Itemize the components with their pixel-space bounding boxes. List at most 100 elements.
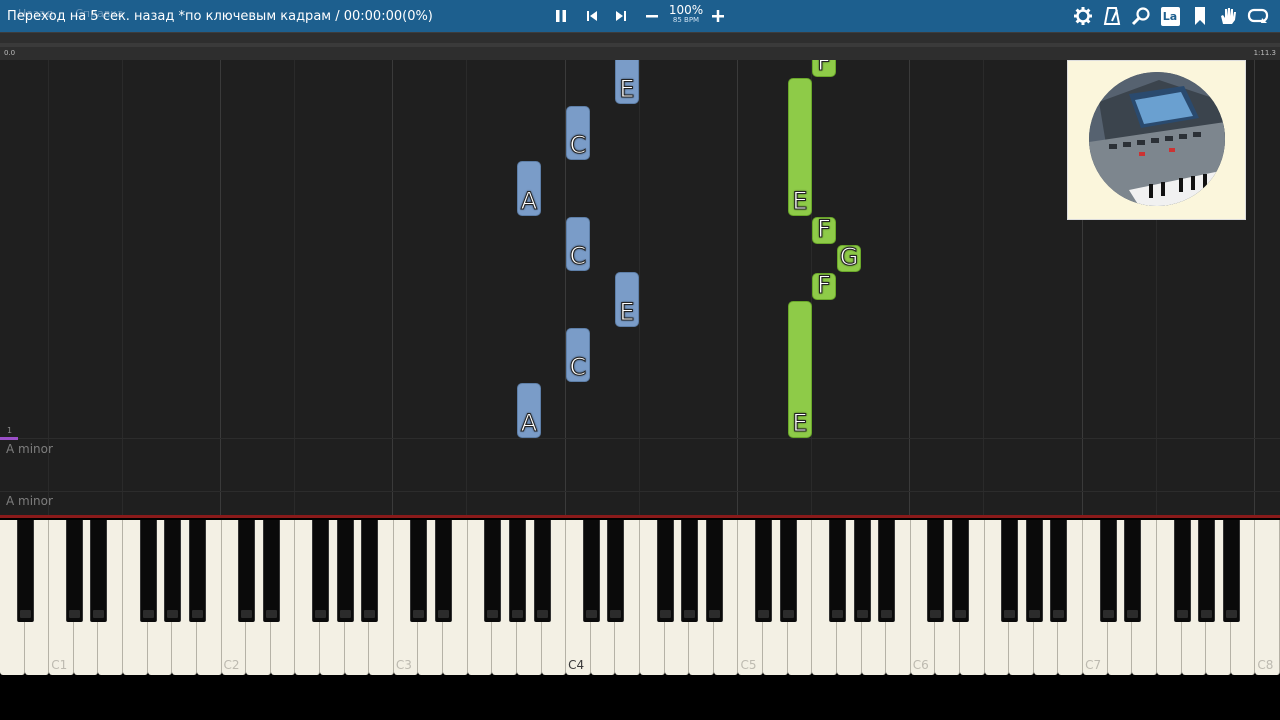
black-key[interactable] <box>828 520 846 622</box>
label-icon: La <box>1160 6 1180 26</box>
note-label: F <box>817 60 832 76</box>
black-key[interactable] <box>582 520 600 622</box>
white-key[interactable]: C8 <box>1255 520 1280 675</box>
black-key[interactable] <box>853 520 871 622</box>
black-key[interactable] <box>607 520 625 622</box>
octave-line <box>220 60 221 515</box>
black-key[interactable] <box>410 520 428 622</box>
next-button[interactable] <box>609 4 633 28</box>
black-key[interactable] <box>1099 520 1117 622</box>
note-block: C <box>566 106 590 160</box>
hand-icon <box>1221 8 1236 24</box>
black-key[interactable] <box>508 520 526 622</box>
black-key[interactable] <box>1050 520 1068 622</box>
loop-button[interactable] <box>1246 4 1270 28</box>
note-label: E <box>792 409 808 437</box>
black-key[interactable] <box>1173 520 1191 622</box>
note-block: A <box>517 383 541 438</box>
pause-button[interactable] <box>549 4 573 28</box>
top-toolbar: Назад Справка Переход на 5 сек. назад *по… <box>0 0 1280 32</box>
note-label: A <box>520 409 538 437</box>
black-key[interactable] <box>238 520 256 622</box>
bookmark-button[interactable] <box>1188 4 1212 28</box>
octave-label: C7 <box>1085 658 1102 672</box>
note-labels-button[interactable]: La <box>1158 4 1182 28</box>
black-key[interactable] <box>361 520 379 622</box>
measure-marker <box>0 437 18 440</box>
search-button[interactable] <box>1129 4 1153 28</box>
loop-icon <box>1247 8 1269 23</box>
black-key[interactable] <box>681 520 699 622</box>
black-key[interactable] <box>164 520 182 622</box>
black-key[interactable] <box>705 520 723 622</box>
note-block: E <box>615 60 639 104</box>
octave-line <box>737 60 738 515</box>
plus-icon <box>712 10 724 22</box>
black-key[interactable] <box>927 520 945 622</box>
octave-line <box>392 60 393 515</box>
seek-track[interactable] <box>0 43 1280 47</box>
black-key[interactable] <box>139 520 157 622</box>
octave-label: C8 <box>1257 658 1274 672</box>
black-key[interactable] <box>1198 520 1216 622</box>
hand-button[interactable] <box>1216 4 1240 28</box>
note-label: C <box>569 353 587 381</box>
keyboard-photo <box>1089 72 1225 206</box>
note-block: F <box>812 271 836 300</box>
note-block: E <box>615 272 639 327</box>
speed-percent: 100% <box>668 3 704 17</box>
speed-down-button[interactable] <box>640 4 664 28</box>
settings-button[interactable] <box>1071 4 1095 28</box>
note-block: G <box>837 243 861 272</box>
black-key[interactable] <box>1025 520 1043 622</box>
note-label: E <box>619 298 635 326</box>
note-label: G <box>839 243 859 271</box>
black-key[interactable] <box>779 520 797 622</box>
black-key[interactable] <box>755 520 773 622</box>
black-key[interactable] <box>656 520 674 622</box>
black-key[interactable] <box>952 520 969 622</box>
grid-line <box>294 60 295 515</box>
time-end: 1:11.3 <box>1253 49 1276 57</box>
seek-bar[interactable]: 0.0 1:11.3 <box>0 32 1280 61</box>
keyboard-top-edge <box>0 515 1280 518</box>
black-key[interactable] <box>262 520 280 622</box>
black-key[interactable] <box>484 520 502 622</box>
note-label: E <box>792 187 808 215</box>
octave-label: C1 <box>51 658 68 672</box>
speed-display: 100% 85 BPM <box>668 4 704 25</box>
key-signature: A minor <box>6 442 53 456</box>
octave-line <box>1254 60 1255 515</box>
piano-keyboard[interactable]: C1 C2 C3 C4 C5 C6 C7 C8 <box>0 515 1280 675</box>
previous-button[interactable] <box>580 4 604 28</box>
black-key[interactable] <box>878 520 896 622</box>
grid-line <box>122 60 123 515</box>
note-label: C <box>569 131 587 159</box>
grid-line <box>466 60 467 515</box>
grid-line <box>639 60 640 515</box>
octave-label: C3 <box>395 658 412 672</box>
black-key[interactable] <box>1124 520 1142 622</box>
black-key[interactable] <box>188 520 206 622</box>
note-block: F <box>812 60 836 77</box>
black-key[interactable] <box>1001 520 1019 622</box>
speed-up-button[interactable] <box>706 4 730 28</box>
note-label: F <box>817 271 832 299</box>
black-key[interactable] <box>336 520 354 622</box>
note-block: A <box>517 161 541 216</box>
black-key[interactable] <box>312 520 329 622</box>
key-signature: A minor <box>6 494 53 508</box>
octave-label: C4 <box>568 658 585 672</box>
black-key[interactable] <box>533 520 551 622</box>
note-label: F <box>817 215 832 243</box>
black-key[interactable] <box>435 520 453 622</box>
tempo-bpm: 85 BPM <box>672 16 700 24</box>
metronome-button[interactable] <box>1100 4 1124 28</box>
measure-line <box>0 491 1280 492</box>
black-key[interactable] <box>1222 520 1240 622</box>
octave-label: C2 <box>223 658 240 672</box>
search-icon <box>1131 7 1150 26</box>
black-key[interactable] <box>90 520 108 622</box>
black-key[interactable] <box>65 520 83 622</box>
black-key[interactable] <box>16 520 34 622</box>
